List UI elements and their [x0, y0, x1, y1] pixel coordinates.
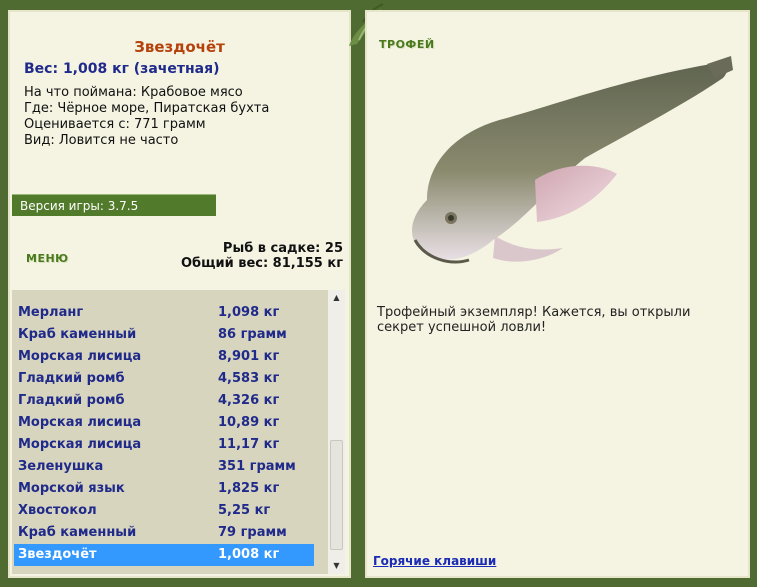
fish-list-name: Краб каменный [18, 525, 137, 540]
fish-list-weight: 1,825 кг [218, 481, 280, 496]
fish-list-row[interactable]: Морская лисица 11,17 кг [14, 434, 314, 456]
fish-list-weight: 86 грамм [218, 327, 287, 342]
fish-name: Звездочёт [134, 38, 225, 56]
fish-list-weight: 4,583 кг [218, 371, 280, 386]
trophy-message: Трофейный экземпляр! Кажется, вы открыли… [377, 305, 691, 335]
location-line: Где: Чёрное море, Пиратская бухта [24, 101, 270, 116]
list-scrollbar[interactable]: ▲ ▼ [328, 290, 345, 574]
fish-trophy-image [412, 56, 733, 264]
bait-line: На что поймана: Крабовое мясо [24, 85, 243, 100]
fish-list-name: Гладкий ромб [18, 393, 125, 408]
fish-list-weight: 4,326 кг [218, 393, 280, 408]
fish-list-name: Хвостокол [18, 503, 97, 518]
fish-list-weight: 79 грамм [218, 525, 287, 540]
fish-list-row[interactable]: Гладкий ромб 4,326 кг [14, 390, 314, 412]
fish-list[interactable]: Мерланг 1,098 кг Краб каменный 86 грамм Морс… [12, 290, 345, 574]
fish-list-weight: 1,098 кг [218, 305, 280, 320]
fish-list-weight: 10,89 кг [218, 415, 280, 430]
fish-list-name: Краб каменный [18, 327, 137, 342]
fish-list-name: Звездочёт [18, 547, 97, 562]
fish-count: Рыб в садке: 25 [222, 241, 343, 256]
fish-list-weight: 351 грамм [218, 459, 296, 474]
species-line: Вид: Ловится не часто [24, 133, 179, 148]
hotkeys-link[interactable]: Горячие клавиши [373, 554, 496, 568]
fish-list-row[interactable]: Гладкий ромб 4,583 кг [14, 368, 314, 390]
fish-list-name: Морская лисица [18, 415, 142, 430]
menu-button[interactable]: МЕНЮ [26, 252, 69, 265]
fish-list-row[interactable]: Морская лисица 10,89 кг [14, 412, 314, 434]
fish-list-name: Морская лисица [18, 437, 142, 452]
fish-list-row[interactable]: Краб каменный 86 грамм [14, 324, 314, 346]
fish-list-row[interactable]: Звездочёт 1,008 кг [14, 544, 314, 566]
total-weight: Общий вес: 81,155 кг [180, 256, 343, 271]
fish-list-row[interactable]: Зеленушка 351 грамм [14, 456, 314, 478]
fish-list-weight: 5,25 кг [218, 503, 271, 518]
fish-list-name: Гладкий ромб [18, 371, 125, 386]
fish-list-weight: 11,17 кг [218, 437, 280, 452]
fish-details: На что поймана: Крабовое мясо Где: Чёрно… [24, 85, 269, 149]
keepnet-stats: Рыб в садке: 25 Общий вес: 81,155 кг [181, 241, 343, 271]
scroll-down-arrow-icon[interactable]: ▼ [328, 558, 345, 574]
fish-list-name: Мерланг [18, 305, 84, 320]
trophy-heading: ТРОФЕЙ [379, 38, 435, 51]
fish-list-name: Морской язык [18, 481, 125, 496]
fish-weight: Вес: 1,008 кг (зачетная) [24, 61, 220, 77]
catch-info-panel: Звездочёт Вес: 1,008 кг (зачетная) На чт… [8, 10, 351, 578]
fish-list-name: Морская лисица [18, 349, 142, 364]
fish-list-row[interactable]: Хвостокол 5,25 кг [14, 500, 314, 522]
fish-list-weight: 8,901 кг [218, 349, 280, 364]
trophy-panel: ТРОФЕЙ Трофейный экземпляр! Кажется, вы … [365, 10, 750, 578]
fish-list-row[interactable]: Морской язык 1,825 кг [14, 478, 314, 500]
game-version: Версия игры: 3.7.5 [12, 194, 216, 216]
fish-list-name: Зеленушка [18, 459, 104, 474]
fish-list-row[interactable]: Краб каменный 79 грамм [14, 522, 314, 544]
fish-list-weight: 1,008 кг [218, 547, 280, 562]
scrollbar-thumb[interactable] [330, 440, 343, 550]
scroll-up-arrow-icon[interactable]: ▲ [328, 290, 345, 306]
evaluation-line: Оценивается с: 771 грамм [24, 117, 206, 132]
fish-list-row[interactable]: Морская лисица 8,901 кг [14, 346, 314, 368]
fish-list-row[interactable]: Мерланг 1,098 кг [14, 302, 314, 324]
